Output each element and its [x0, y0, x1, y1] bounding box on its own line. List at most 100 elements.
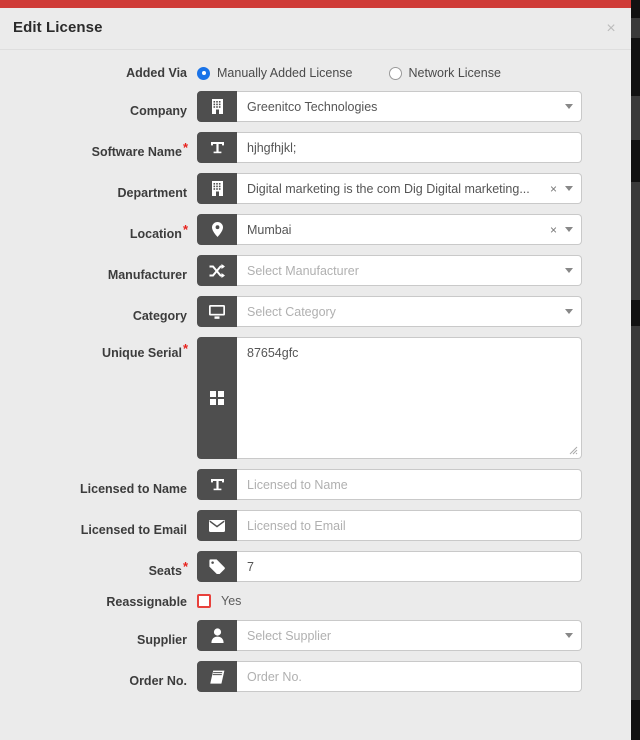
fields-lower-group: Licensed to Name Licensed to Name Licensed… — [0, 469, 631, 582]
field-placeholder: Licensed to Email — [247, 518, 346, 533]
field-select[interactable]: Select Category — [237, 296, 582, 327]
unique-serial-value: 87654gfc — [247, 346, 299, 360]
unique-serial-label: Unique Serial* — [102, 341, 188, 360]
envelope-icon — [197, 510, 237, 541]
field-label-text: Company — [130, 104, 187, 118]
field-label: Location* — [0, 214, 197, 242]
chevron-down-icon[interactable] — [565, 268, 573, 273]
required-asterisk: * — [182, 341, 188, 356]
field-select[interactable]: Select Manufacturer — [237, 255, 582, 286]
field-select[interactable]: Select Supplier — [237, 620, 582, 651]
field-control: 7 — [197, 551, 582, 582]
field-label: Company — [0, 91, 197, 119]
chevron-down-icon[interactable] — [565, 633, 573, 638]
field-input[interactable]: 7 — [237, 551, 582, 582]
license-form: Added Via Manually Added License Network… — [0, 50, 631, 692]
page-background-edge — [631, 0, 640, 740]
radio-label: Manually Added License — [217, 66, 353, 80]
chevron-down-icon[interactable] — [565, 186, 573, 191]
field-input[interactable]: Licensed to Email — [237, 510, 582, 541]
radio-dot-icon — [388, 66, 402, 80]
tag-icon — [197, 551, 237, 582]
field-control: Select Manufacturer — [197, 255, 582, 286]
field-control: Select Supplier — [197, 620, 582, 651]
radio-network-license[interactable]: Network License — [388, 66, 501, 80]
form-row-seats: Seats* 7 — [0, 551, 631, 582]
form-row-reassignable: Reassignable Yes — [0, 592, 631, 610]
field-label: Licensed to Name — [0, 469, 197, 497]
field-value: 7 — [247, 559, 254, 574]
map-pin-icon — [197, 214, 237, 245]
modal-accent-bar — [0, 0, 631, 8]
radio-manually-added-license[interactable]: Manually Added License — [197, 66, 353, 80]
form-row-company: Company Greenitco Technologies — [0, 91, 631, 122]
form-row-software-name: Software Name* hjhgfhjkl; — [0, 132, 631, 163]
form-row-department: Department Digital marketing is the com D… — [0, 173, 631, 204]
text-height-icon — [197, 469, 237, 500]
field-input[interactable]: hjhgfhjkl; — [237, 132, 582, 163]
form-row-added-via: Added Via Manually Added License Network… — [0, 64, 631, 81]
field-label: Manufacturer — [0, 255, 197, 283]
field-input[interactable]: Licensed to Name — [237, 469, 582, 500]
edit-license-modal: Edit License × Added Via Manually Added … — [0, 0, 631, 740]
user-icon — [197, 620, 237, 651]
chevron-down-icon[interactable] — [565, 104, 573, 109]
field-label-text: Licensed to Email — [80, 523, 187, 537]
grid-icon — [197, 337, 237, 459]
field-label: Department — [0, 173, 197, 201]
chevron-down-icon[interactable] — [565, 309, 573, 314]
form-row-category: Category Select Category — [0, 296, 631, 327]
form-row-manufacturer: Manufacturer Select Manufacturer — [0, 255, 631, 286]
field-placeholder: Order No. — [247, 669, 302, 684]
unique-serial-textarea[interactable]: 87654gfc — [237, 337, 582, 459]
modal-titlebar: Edit License × — [0, 8, 631, 50]
fields-top-group: Company Greenitco Technologies Software Na… — [0, 91, 631, 327]
field-control: Order No. — [197, 661, 582, 692]
reassignable-checkbox[interactable] — [197, 594, 211, 608]
building-icon — [197, 173, 237, 204]
form-row-licensed-to-email: Licensed to Email Licensed to Email — [0, 510, 631, 541]
field-value: Greenitco Technologies — [247, 99, 378, 114]
field-input[interactable]: Order No. — [237, 661, 582, 692]
field-label: Supplier — [0, 620, 197, 648]
page-title: Edit License — [13, 19, 103, 36]
field-label-text: Seats — [148, 564, 182, 578]
reassignable-checkbox-label: Yes — [221, 594, 242, 608]
field-label: Licensed to Email — [0, 510, 197, 538]
field-control: Select Category — [197, 296, 582, 327]
radio-label: Network License — [408, 66, 501, 80]
monitor-icon — [197, 296, 237, 327]
chevron-down-icon[interactable] — [565, 227, 573, 232]
required-asterisk: * — [182, 559, 188, 574]
field-value: hjhgfhjkl; — [247, 140, 297, 155]
field-control: Licensed to Email — [197, 510, 582, 541]
field-select[interactable]: Mumbai × — [237, 214, 582, 245]
reassignable-label: Reassignable — [106, 595, 187, 609]
field-label: Order No. — [0, 661, 197, 689]
field-control: Mumbai × — [197, 214, 582, 245]
shuffle-icon — [197, 255, 237, 286]
field-label-text: Supplier — [136, 633, 187, 647]
required-asterisk: * — [182, 140, 188, 155]
field-label: Category — [0, 296, 197, 324]
unique-serial-control: 87654gfc — [197, 337, 582, 459]
field-label: Software Name* — [0, 132, 197, 160]
added-via-options: Manually Added License Network License — [197, 64, 582, 80]
form-row-supplier: Supplier Select Supplier — [0, 620, 631, 651]
field-select[interactable]: Digital marketing is the com Dig Digital… — [237, 173, 582, 204]
field-label-text: Category — [132, 309, 187, 323]
field-label-text: Software Name — [91, 145, 182, 159]
clear-icon[interactable]: × — [550, 223, 557, 237]
field-select[interactable]: Greenitco Technologies — [237, 91, 582, 122]
form-row-order-no: Order No. Order No. — [0, 661, 631, 692]
form-row-location: Location* Mumbai × — [0, 214, 631, 245]
field-control: hjhgfhjkl; — [197, 132, 582, 163]
clear-icon[interactable]: × — [550, 182, 557, 196]
added-via-label: Added Via — [126, 66, 187, 80]
field-control: Greenitco Technologies — [197, 91, 582, 122]
resize-handle-icon[interactable] — [567, 444, 578, 455]
field-value: Mumbai — [247, 222, 292, 237]
book-icon — [197, 661, 237, 692]
close-icon[interactable]: × — [601, 19, 621, 39]
field-placeholder: Select Manufacturer — [247, 263, 359, 278]
